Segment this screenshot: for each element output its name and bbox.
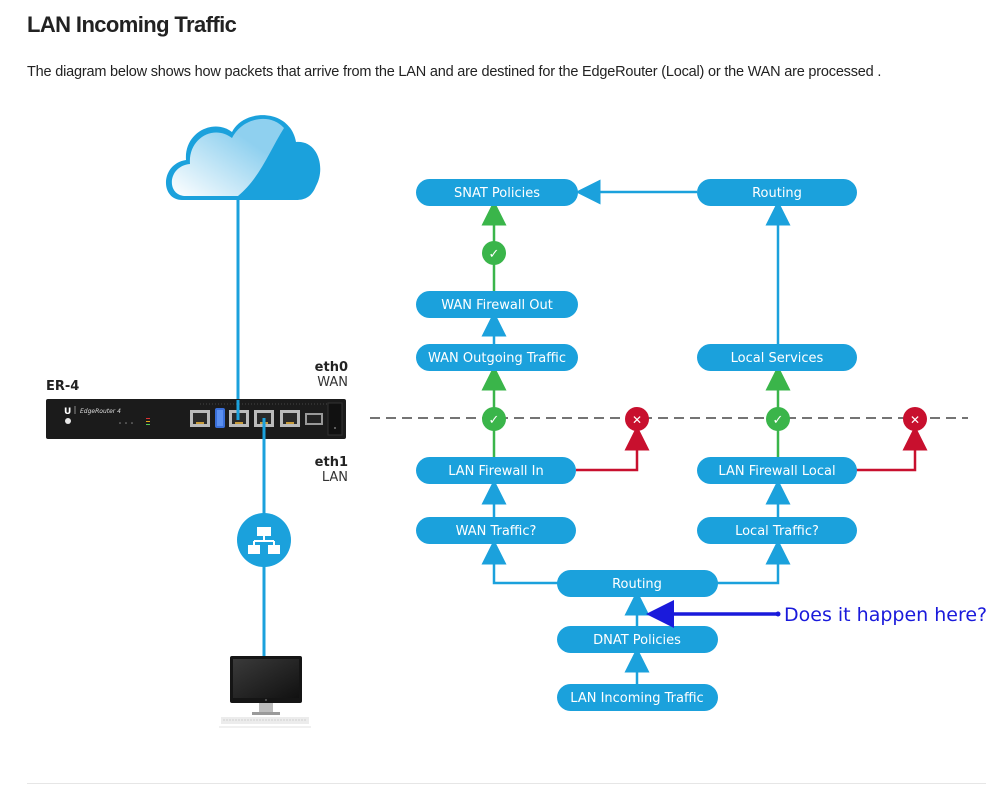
router-model: EdgeRouter 4 [80,408,121,415]
node-lan-firewall-local: LAN Firewall Local [697,457,857,484]
lan-incoming-traffic-diagram: ER-4 U EdgeRouter 4 eth0 WAN eth1 LAN ✓ … [46,115,987,728]
annotation-text: Does it happen here? [784,604,987,626]
router-brand-mark: U [64,407,71,417]
device-name: ER-4 [46,379,79,394]
connector-lanfwin-drop [576,425,650,472]
cloud-icon [165,115,321,200]
check-icon: ✓ [773,413,784,428]
power-led [65,418,71,424]
node-routing-top: Routing [697,179,857,206]
node-wan-firewall-out: WAN Firewall Out [416,291,578,318]
svg-text:SNAT Policies: SNAT Policies [454,186,540,201]
reset-panel [327,402,343,436]
svg-text:WAN Firewall Out: WAN Firewall Out [441,298,553,313]
x-icon: ✕ [910,413,920,427]
svg-text:Local Traffic?: Local Traffic? [735,524,819,539]
router-device: U EdgeRouter 4 [46,399,346,439]
accept-marker-lanfwin: ✓ [482,407,506,431]
connector-routing-to-localq [717,539,791,585]
node-local-traffic-question: Local Traffic? [697,517,857,544]
eth1-name: eth1 [315,455,348,470]
node-snat-policies: SNAT Policies [416,179,578,206]
node-dnat-policies: DNAT Policies [557,626,718,653]
usb-port [215,408,225,428]
node-lan-firewall-in: LAN Firewall In [416,457,576,484]
check-icon: ✓ [489,413,500,428]
decision-markers: ✓ ✓ ✓ ✕ ✕ [482,241,927,431]
node-local-services: Local Services [697,344,857,371]
node-lan-incoming-traffic: LAN Incoming Traffic [557,684,718,711]
question-annotation: Does it happen here? [646,600,987,628]
connector-routing-to-wanq [481,539,558,585]
accept-marker-lanfwlocal: ✓ [766,407,790,431]
svg-text:LAN Firewall Local: LAN Firewall Local [718,464,835,479]
node-wan-outgoing-traffic: WAN Outgoing Traffic [416,344,578,371]
topology: ER-4 U EdgeRouter 4 eth0 WAN eth1 LAN [46,115,348,728]
connector-lanfwlocal-drop [856,425,928,472]
svg-text:DNAT Policies: DNAT Policies [593,633,681,648]
drop-marker-lanfwin: ✕ [625,407,649,431]
console-port [190,410,210,427]
node-wan-traffic-question: WAN Traffic? [416,517,576,544]
eth2-port [280,410,300,427]
desktop-computer-icon [219,656,311,728]
svg-text:Routing: Routing [752,186,802,201]
eth1-role: LAN [322,470,348,485]
svg-text:Routing: Routing [612,577,662,592]
x-icon: ✕ [632,413,642,427]
sfp-port [305,413,323,425]
drop-marker-lanfwlocal: ✕ [903,407,927,431]
eth0-role: WAN [317,375,348,390]
check-icon: ✓ [489,247,500,262]
svg-text:LAN Firewall In: LAN Firewall In [448,464,544,479]
svg-text:WAN Traffic?: WAN Traffic? [456,524,537,539]
accept-marker-wanfwout: ✓ [482,241,506,265]
eth0-name: eth0 [315,360,348,375]
svg-text:Local Services: Local Services [731,351,824,366]
svg-text:LAN Incoming Traffic: LAN Incoming Traffic [570,691,703,706]
network-hub-icon [237,513,291,567]
section-divider [27,783,986,784]
node-routing-bottom: Routing [557,570,718,597]
svg-text:WAN Outgoing Traffic: WAN Outgoing Traffic [428,351,566,366]
